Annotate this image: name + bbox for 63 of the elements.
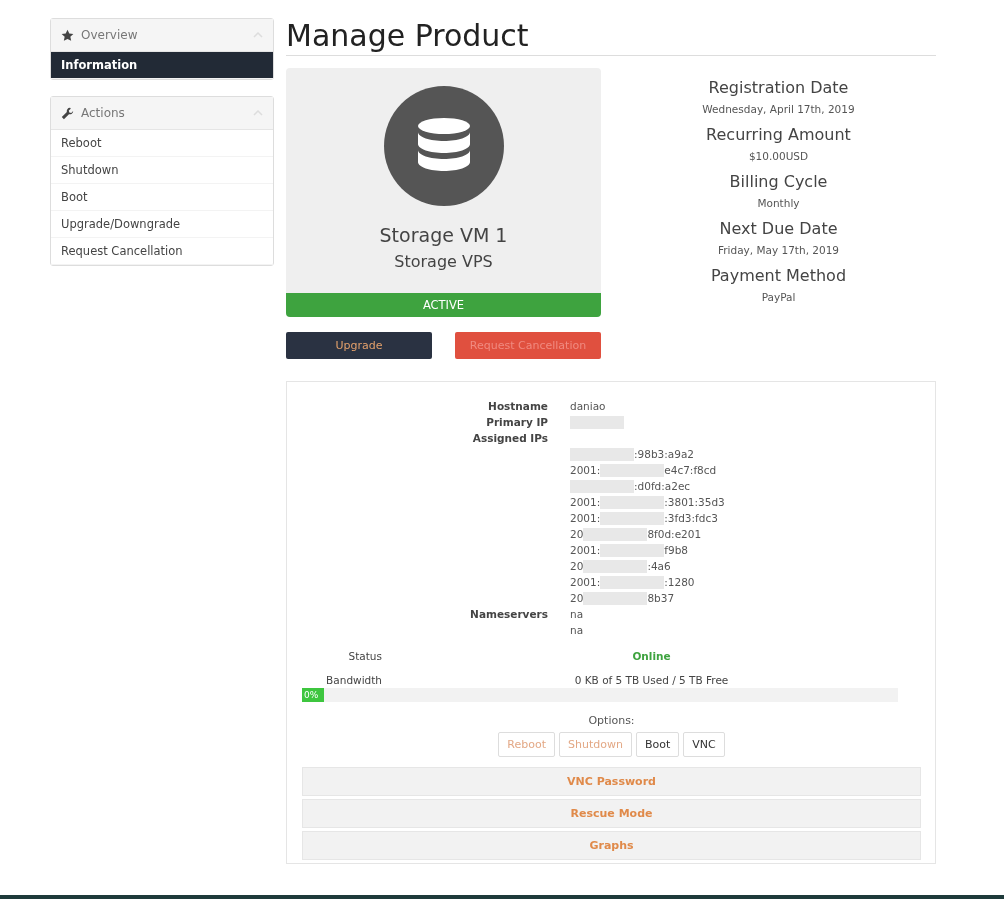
ip-fragment: 2001: (570, 495, 601, 510)
ip-fragment: f9b8 (664, 543, 688, 558)
sidebar-item[interactable]: Upgrade/Downgrade (51, 211, 273, 238)
sidebar-item[interactable]: Shutdown (51, 157, 273, 184)
ip-fragment: 8b37 (647, 591, 675, 606)
detail-value: Friday, May 17th, 2019 (717, 244, 840, 256)
bandwidth-value: 0 KB of 5 TB Used / 5 TB Free (573, 674, 730, 686)
field-label: Bandwidth (325, 674, 382, 686)
detail-label: Billing Cycle (729, 172, 828, 191)
upgrade-button[interactable]: Upgrade (286, 332, 432, 359)
product-group: Storage VPS (394, 252, 493, 271)
wrench-icon (61, 106, 74, 120)
ip-fragment: 2001: (570, 575, 601, 590)
ip-fragment: 20 (570, 591, 584, 606)
page-title: Manage Product (286, 18, 936, 56)
ip-fragment: 20 (570, 527, 584, 542)
status-label: ACTIVE (286, 293, 601, 317)
field-label: Nameservers (469, 607, 548, 622)
field-label: Assigned IPs (471, 431, 548, 446)
option-button[interactable]: Boot (635, 732, 680, 757)
field-label: Hostname (487, 399, 548, 414)
ip-fragment: :3801:35d3 (664, 495, 725, 510)
ip-fragment: :4a6 (647, 559, 671, 574)
sidebar-item[interactable]: Reboot (51, 130, 273, 157)
ip-fragment: 2001: (570, 511, 601, 526)
detail-label: Payment Method (710, 266, 847, 285)
field-label: Status (347, 650, 382, 662)
detail-value: Monthly (757, 197, 800, 209)
detail-label: Next Due Date (719, 219, 838, 238)
option-button[interactable]: VNC (683, 732, 725, 757)
options-label: Options: (587, 714, 636, 727)
bandwidth-fill: 0% (302, 688, 324, 702)
field-value: daniao (570, 399, 606, 414)
detail-value: Wednesday, April 17th, 2019 (702, 103, 855, 115)
ip-fragment: e4c7:f8cd (664, 463, 717, 478)
panel-title: Actions (81, 106, 126, 120)
panel-header[interactable]: Overview (51, 19, 273, 52)
chevron-icon (253, 110, 263, 116)
ip-fragment: :3fd3:fdc3 (664, 511, 718, 526)
product-name: Storage VM 1 (379, 224, 508, 246)
ip-fragment: 8f0d:e201 (647, 527, 702, 542)
field-value: na (570, 623, 584, 638)
field-value: na (570, 607, 584, 622)
ip-fragment: :98b3:a9a2 (634, 447, 694, 462)
panel-header[interactable]: Actions (51, 97, 273, 130)
sidebar-item[interactable]: Information (51, 52, 273, 79)
ip-fragment: 2001: (570, 543, 601, 558)
detail-value: PayPal (761, 291, 796, 303)
field-label: Primary IP (485, 415, 548, 430)
ip-fragment: 20 (570, 559, 584, 574)
status-value: Online (631, 650, 672, 662)
detail-value: $10.00USD (748, 150, 809, 162)
panel-title: Overview (81, 28, 139, 42)
detail-label: Registration Date (708, 78, 849, 97)
ip-fragment: 2001: (570, 463, 601, 478)
database-icon (383, 86, 504, 206)
detail-label: Recurring Amount (706, 125, 851, 144)
chevron-icon (253, 32, 263, 38)
ip-fragment: :1280 (664, 575, 695, 590)
star-icon (61, 28, 74, 42)
ip-fragment: :d0fd:a2ec (634, 479, 691, 494)
sidebar-item[interactable]: Request Cancellation (51, 238, 273, 265)
sidebar-item[interactable]: Boot (51, 184, 273, 211)
